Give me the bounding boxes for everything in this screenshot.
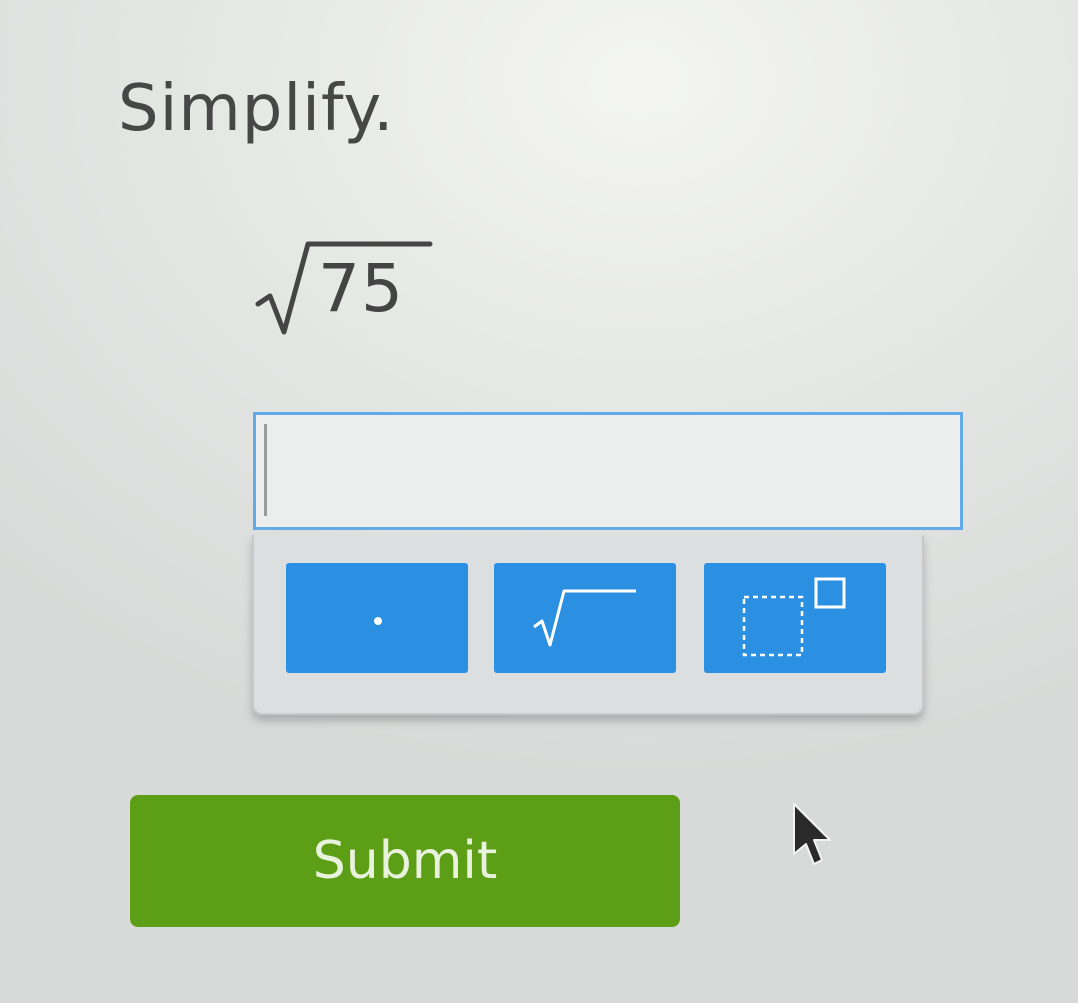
dot-key-button[interactable] — [286, 563, 468, 673]
radical-expression: 75 — [250, 232, 440, 342]
square-root-key-button[interactable] — [494, 563, 676, 673]
radicand-value: 75 — [318, 250, 404, 327]
exponent-key-button[interactable] — [704, 563, 886, 673]
math-keypad — [252, 535, 924, 715]
question-prompt: Simplify. — [118, 72, 395, 146]
dot-icon — [374, 617, 382, 625]
mouse-pointer-icon — [793, 803, 831, 865]
answer-input[interactable] — [253, 412, 963, 530]
exponent-template-icon — [742, 577, 846, 657]
submit-button[interactable]: Submit — [130, 795, 680, 927]
square-root-icon — [533, 589, 636, 647]
text-caret — [264, 424, 267, 516]
